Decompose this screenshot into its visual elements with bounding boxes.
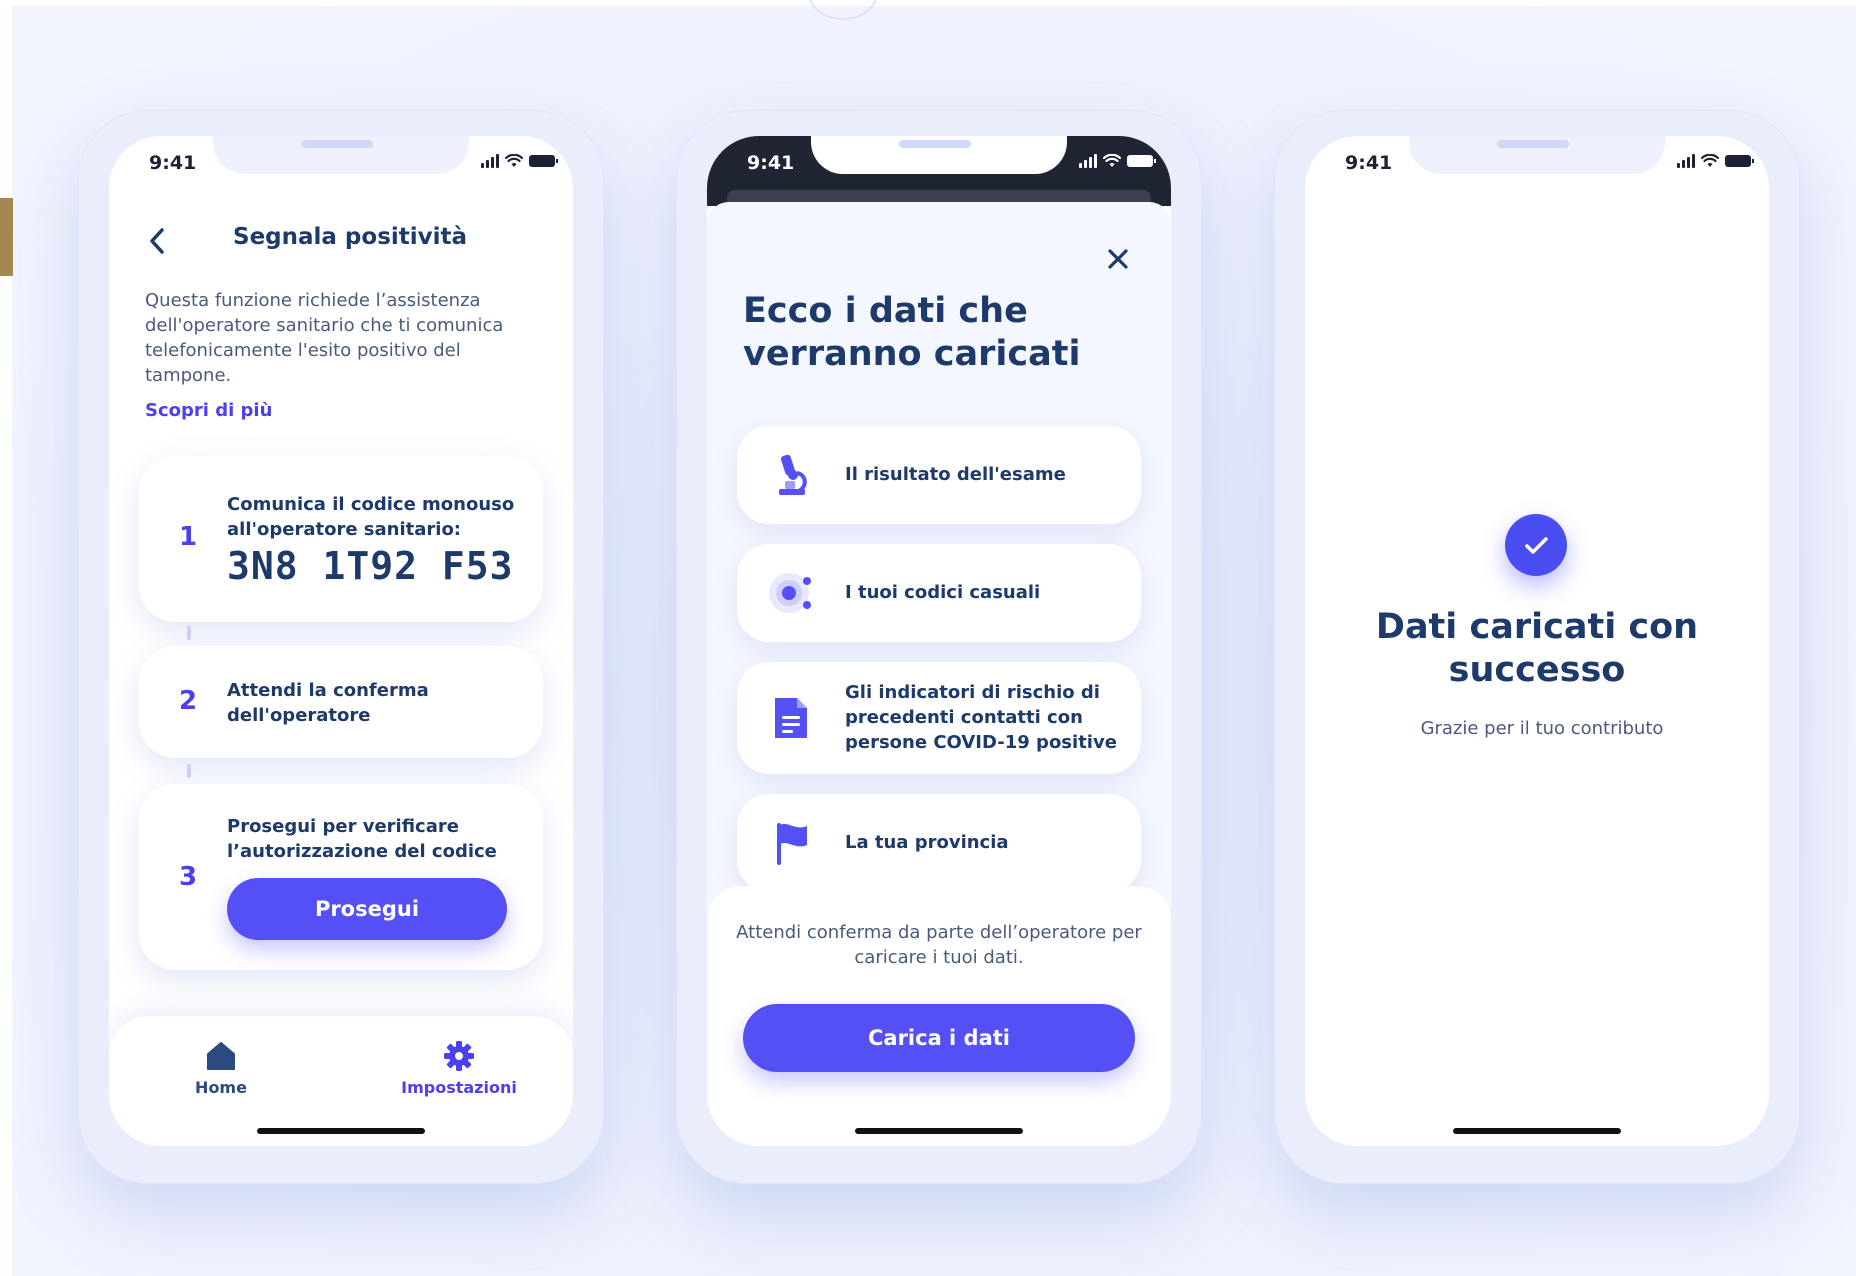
home-icon [207,1042,235,1070]
edge-tab [0,198,13,276]
step-card-1: 1 Comunica il codice monouso all'operato… [139,456,543,622]
success-badge [1505,514,1567,576]
home-indicator [1453,1128,1621,1134]
wifi-icon [1701,154,1719,167]
phone-screen-dati: 9:41 Ecco i dati che verranno caricati I… [707,136,1171,1146]
document-icon [775,698,807,738]
success-title: Dati caricati con successo [1375,607,1699,690]
step-text: Prosegui per verificare l’autorizzazione… [227,816,497,862]
speaker-grille [1497,140,1569,148]
checkmark-icon [1525,537,1548,554]
prosegui-button[interactable]: Prosegui [227,878,507,940]
battery-icon [1127,155,1156,167]
tab-home[interactable]: Home [141,1040,301,1097]
data-item-label: Il risultato dell'esame [845,464,1066,485]
success-subtitle: Grazie per il tuo contributo [1420,718,1664,739]
page-title: Segnala positività [233,224,468,250]
speaker-grille [301,140,373,148]
step-card-3: 3 Prosegui per verificare l’autorizzazio… [139,784,543,970]
step-number: 1 [179,522,198,552]
close-icon[interactable] [1107,248,1129,270]
step-connector [187,626,191,640]
data-item-esame: Il risultato dell'esame [737,426,1141,524]
gear-icon [444,1041,474,1071]
wifi-icon [505,154,523,167]
footer-message: Attendi conferma da parte dell’operatore… [736,922,1142,968]
data-item-indicatori: Gli indicatori di rischio di precedenti … [737,662,1141,774]
home-indicator [257,1128,425,1134]
step-connector [187,764,191,778]
data-item-codici: I tuoi codici casuali [737,544,1141,642]
status-icons [481,154,558,168]
home-indicator [855,1128,1023,1134]
tab-impostazioni[interactable]: Impostazioni [379,1040,539,1097]
step-number: 2 [179,686,198,716]
decorative-ring [808,0,878,20]
tab-label: Impostazioni [401,1078,517,1097]
wifi-icon [1103,154,1121,167]
microscope-icon [779,454,807,495]
page-description: Questa funzione richiede l’assistenza de… [145,290,504,386]
step-text: Comunica il codice monouso all'operatore… [227,494,515,540]
phone-notch [811,136,1067,174]
status-icons [1079,154,1156,168]
flag-icon [777,823,807,865]
phone-notch [1409,136,1665,174]
signal-icon [1677,154,1695,168]
phone-screen-segnala: 9:41 Segnala positività Questa funzione … [109,136,573,1146]
modal-title: Ecco i dati che verranno caricati [743,291,1081,374]
phone-screen-successo: 9:41 Dati caricati con successo Grazie p… [1305,136,1769,1146]
speaker-grille [899,140,971,148]
back-chevron-icon[interactable] [147,226,167,256]
step-text: Attendi la conferma dell'operatore [227,680,429,726]
step-card-2: 2 Attendi la conferma dell'operatore [139,646,543,758]
signal-icon [1079,154,1097,168]
step-number: 3 [179,862,198,892]
signal-icon [481,154,499,168]
phone-notch [213,136,469,174]
one-time-code: 3N8 1T92 F53 [227,544,514,588]
status-time: 9:41 [747,152,795,174]
carica-dati-button[interactable]: Carica i dati [743,1004,1135,1072]
status-time: 9:41 [149,152,197,174]
modal-footer: Attendi conferma da parte dell’operatore… [707,886,1171,1146]
battery-icon [1725,155,1754,167]
learn-more-link[interactable]: Scopri di più [145,400,272,421]
status-time: 9:41 [1345,152,1393,174]
battery-icon [529,155,558,167]
data-item-label: I tuoi codici casuali [845,582,1041,603]
modal-backdrop-top: 9:41 [707,136,1171,206]
data-item-provincia: La tua provincia [737,794,1141,892]
broadcast-icon [769,573,811,613]
data-item-label: Gli indicatori di rischio di precedenti … [845,682,1117,753]
tab-bar: Home Impostazioni [109,1016,573,1146]
status-icons [1677,154,1754,168]
tab-label: Home [195,1078,247,1097]
presentation-background: 9:41 Segnala positività Questa funzione … [12,0,1856,1276]
data-item-label: La tua provincia [845,832,1009,853]
